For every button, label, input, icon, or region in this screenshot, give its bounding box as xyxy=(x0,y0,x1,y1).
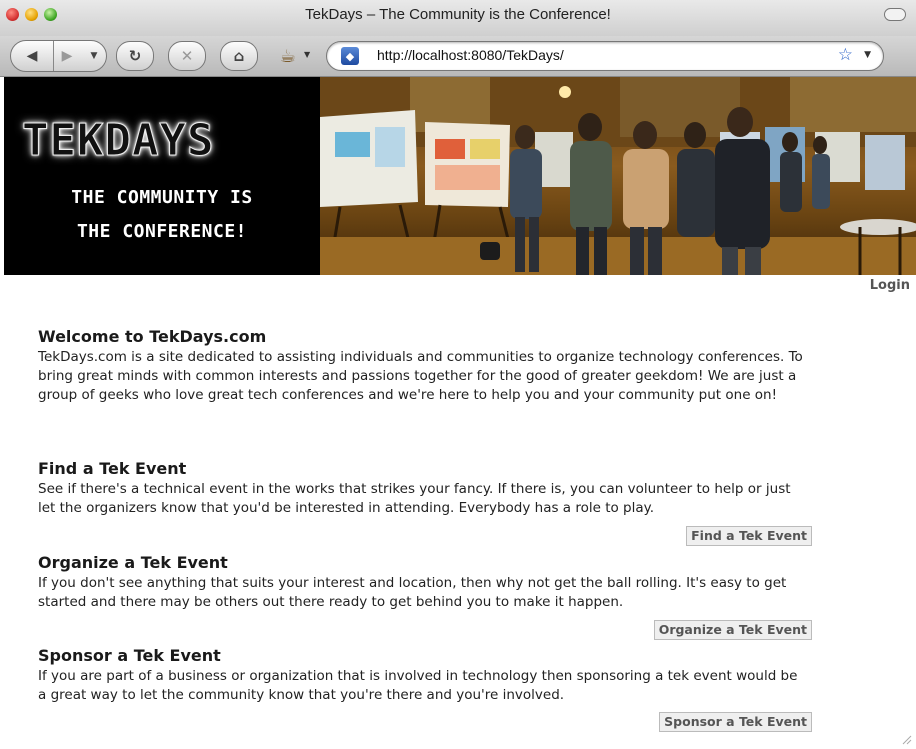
forward-arrow-icon: ▶ xyxy=(61,48,73,64)
site-banner: TEKDAYS THE COMMUNITY IS THE CONFERENCE! xyxy=(4,77,916,275)
navigation-buttons: ◀ ▶ ▼ xyxy=(10,40,107,72)
home-button[interactable]: ⌂ xyxy=(220,41,258,71)
history-dropdown-button[interactable]: ▼ xyxy=(83,41,105,71)
stop-button[interactable]: ✕ xyxy=(168,41,206,71)
window-title: TekDays – The Community is the Conferenc… xyxy=(305,6,611,23)
organize-text: If you don't see anything that suits you… xyxy=(38,575,787,610)
welcome-heading: Welcome to TekDays.com xyxy=(38,327,267,346)
site-logo[interactable]: TEKDAYS xyxy=(21,115,214,167)
conference-photo-image xyxy=(320,77,916,275)
tagline-line-1: THE COMMUNITY IS xyxy=(71,187,253,208)
organize-heading: Organize a Tek Event xyxy=(38,553,228,572)
sponsor-text: If you are part of a business or organiz… xyxy=(38,668,798,703)
reload-icon: ↻ xyxy=(128,47,142,65)
login-link[interactable]: Login xyxy=(870,278,910,293)
find-section: Find a Tek Event See if there's a techni… xyxy=(38,458,808,518)
welcome-section: Welcome to TekDays.com TekDays.com is a … xyxy=(38,326,808,405)
find-event-button[interactable]: Find a Tek Event xyxy=(686,526,812,546)
stop-icon: ✕ xyxy=(180,47,194,65)
forward-button[interactable]: ▶ xyxy=(53,41,81,71)
chevron-down-icon[interactable]: ▼ xyxy=(864,50,871,60)
back-arrow-icon: ◀ xyxy=(26,48,38,64)
find-heading: Find a Tek Event xyxy=(38,459,187,478)
welcome-text: TekDays.com is a site dedicated to assis… xyxy=(38,349,803,403)
resize-grip-icon[interactable] xyxy=(900,733,912,745)
browser-window: TekDays – The Community is the Conferenc… xyxy=(0,0,916,749)
organize-section: Organize a Tek Event If you don't see an… xyxy=(38,552,808,612)
sponsor-event-button[interactable]: Sponsor a Tek Event xyxy=(659,712,812,732)
home-icon: ⌂ xyxy=(233,47,245,65)
browser-toolbar: ◀ ▶ ▼ ↻ ✕ ⌂ ☕ ▼ ◆ http://localhost:8080/… xyxy=(0,36,916,77)
tagline-line-2: THE CONFERENCE! xyxy=(76,221,248,242)
organize-event-button[interactable]: Organize a Tek Event xyxy=(653,620,812,640)
find-text: See if there's a technical event in the … xyxy=(38,481,791,516)
toolbar-toggle-button[interactable] xyxy=(884,8,906,21)
back-button[interactable]: ◀ xyxy=(11,41,54,71)
chevron-down-icon[interactable]: ▼ xyxy=(304,50,310,59)
url-text[interactable]: http://localhost:8080/TekDays/ xyxy=(377,47,564,63)
reload-button[interactable]: ↻ xyxy=(116,41,154,71)
star-icon[interactable]: ☆ xyxy=(838,45,853,65)
logo-panel: TEKDAYS THE COMMUNITY IS THE CONFERENCE! xyxy=(4,77,320,275)
sponsor-section: Sponsor a Tek Event If you are part of a… xyxy=(38,645,808,705)
chevron-down-icon: ▼ xyxy=(90,51,98,61)
title-bar: TekDays – The Community is the Conferenc… xyxy=(0,0,916,37)
sponsor-heading: Sponsor a Tek Event xyxy=(38,646,221,665)
site-favicon-icon: ◆ xyxy=(341,47,359,65)
coffee-cup-icon[interactable]: ☕ xyxy=(274,44,302,68)
conference-photo xyxy=(320,77,916,275)
address-bar[interactable]: ◆ http://localhost:8080/TekDays/ ☆ ▼ xyxy=(326,41,884,71)
